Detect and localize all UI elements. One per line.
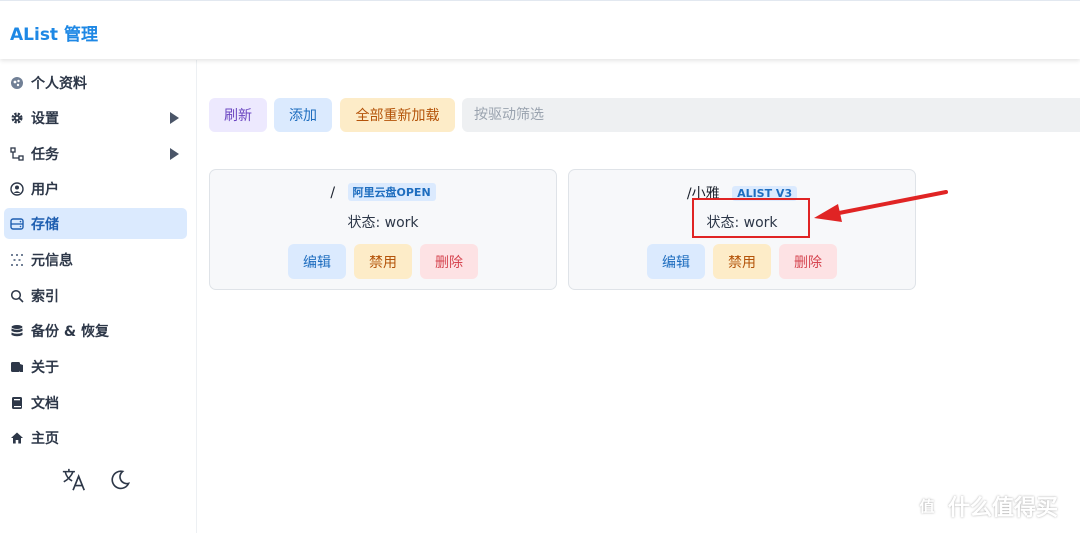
sidebar-item-label: 存储 — [31, 216, 59, 233]
sidebar-item-label: 主页 — [31, 430, 59, 447]
sidebar-item-tasks[interactable]: 任务 — [4, 138, 187, 169]
sidebar-item-settings[interactable]: 设置 — [4, 102, 187, 133]
sidebar-item-docs[interactable]: 文档 — [4, 387, 187, 418]
sidebar-item-label: 设置 — [31, 110, 59, 127]
sidebar-item-storage[interactable]: 存储 — [4, 208, 187, 239]
watermark-logo-icon: 值 — [912, 491, 942, 521]
watermark-logo-char: 值 — [919, 498, 934, 516]
sidebar-item-label: 备份 & 恢复 — [31, 323, 109, 340]
edit-button[interactable]: 编辑 — [647, 244, 705, 279]
sidebar-item-about[interactable]: 关于 — [4, 351, 187, 382]
disable-button[interactable]: 禁用 — [713, 244, 771, 279]
delete-button[interactable]: 删除 — [420, 244, 478, 279]
annotation-arrow-icon — [814, 190, 948, 222]
sidebar-item-label: 用户 — [31, 181, 59, 198]
driver-badge: 阿里云盘OPEN — [347, 183, 436, 201]
add-button[interactable]: 添加 — [274, 98, 332, 132]
gear-icon — [10, 111, 24, 125]
sidebar-item-meta[interactable]: 元信息 — [4, 244, 187, 275]
watermark: 值 什么值得买 — [912, 490, 1058, 522]
sidebar-item-label: 文档 — [31, 395, 59, 412]
storage-icon — [10, 217, 24, 231]
driver-filter-input[interactable] — [462, 98, 1080, 132]
dark-mode-moon-icon[interactable] — [106, 466, 134, 494]
meta-icon — [10, 253, 24, 267]
refresh-button[interactable]: 刷新 — [209, 98, 267, 132]
sidebar-item-backup-restore[interactable]: 备份 & 恢复 — [4, 315, 187, 346]
sidebar-item-home[interactable]: 主页 — [4, 422, 187, 453]
sidebar-item-profile[interactable]: 个人资料 — [4, 67, 187, 98]
reload-all-button[interactable]: 全部重新加载 — [340, 98, 455, 132]
card-title: / 阿里云盘OPEN — [210, 183, 556, 201]
user-icon — [10, 181, 24, 196]
home-icon — [10, 431, 24, 445]
card-actions: 编辑 禁用 删除 — [210, 244, 556, 279]
profile-icon — [10, 76, 24, 90]
app-title[interactable]: AList 管理 — [10, 20, 98, 45]
sidebar-item-label: 个人资料 — [31, 75, 87, 92]
delete-button[interactable]: 删除 — [779, 244, 837, 279]
expand-arrow-icon[interactable] — [170, 112, 179, 124]
card-actions: 编辑 禁用 删除 — [569, 244, 915, 279]
sidebar-item-label: 元信息 — [31, 252, 73, 269]
database-icon — [10, 324, 24, 338]
tasks-icon — [10, 146, 24, 161]
about-icon — [10, 360, 24, 374]
sidebar-item-index[interactable]: 索引 — [4, 280, 187, 311]
search-icon — [10, 289, 24, 303]
disable-button[interactable]: 禁用 — [354, 244, 412, 279]
watermark-text: 什么值得买 — [948, 496, 1059, 521]
book-icon — [10, 396, 24, 410]
sidebar-item-label: 任务 — [31, 146, 59, 163]
sidebar-item-label: 关于 — [31, 359, 59, 376]
sidebar-item-label: 索引 — [31, 288, 59, 305]
sidebar-item-users[interactable]: 用户 — [4, 173, 187, 204]
top-header: AList 管理 — [0, 0, 1080, 59]
mount-path: / — [330, 185, 336, 201]
edit-button[interactable]: 编辑 — [288, 244, 346, 279]
storage-status: 状态: work — [347, 215, 419, 231]
storage-card: / 阿里云盘OPEN 状态: work 编辑 禁用 删除 — [209, 169, 557, 290]
annotation-highlight-box — [692, 198, 810, 238]
sidebar-bottom-controls — [60, 466, 134, 494]
translate-icon[interactable] — [60, 466, 88, 494]
main-content: 刷新 添加 全部重新加载 / 阿里云盘OPEN 状态: work 编辑 禁用 删… — [197, 60, 1080, 533]
expand-arrow-icon[interactable] — [170, 148, 179, 160]
sidebar: 个人资料 设置 任务 用户 存储 元信息 索引 备份 & 恢复 关于 文档 主页 — [0, 60, 197, 533]
